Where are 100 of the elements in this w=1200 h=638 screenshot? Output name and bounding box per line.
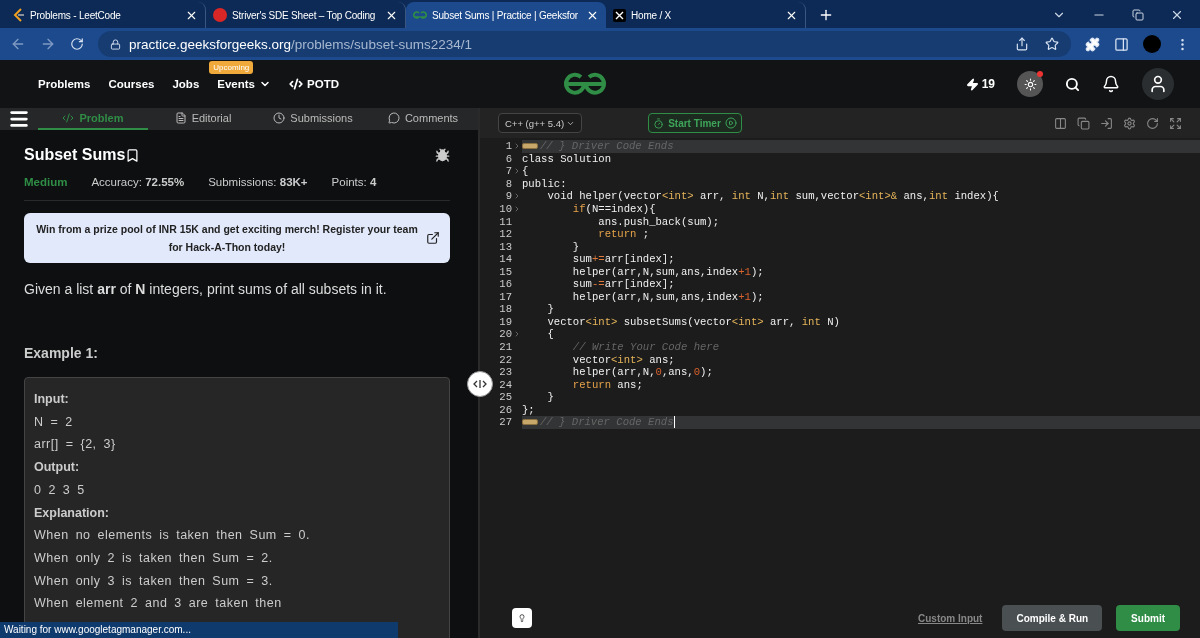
reload-icon[interactable]	[70, 37, 84, 51]
sun-icon	[1023, 77, 1037, 91]
theme-button[interactable]	[1017, 71, 1043, 97]
code-line: ans.push_back(sum);	[597, 215, 720, 228]
custom-input-link[interactable]: Custom Input	[918, 612, 983, 624]
problem-tab[interactable]: Submissions	[258, 108, 368, 130]
line-number: 1	[505, 140, 512, 153]
close-icon[interactable]	[1170, 8, 1184, 22]
code-line: }	[546, 391, 554, 404]
line-number: 7	[505, 165, 512, 178]
example-heading: Output:	[34, 459, 81, 477]
folded-code-icon[interactable]	[522, 143, 538, 150]
line-number: 22	[499, 353, 512, 366]
code-icon	[62, 112, 75, 124]
share-icon[interactable]	[1015, 37, 1029, 51]
code-line: }	[571, 240, 580, 253]
side-panel-icon[interactable]	[1114, 36, 1129, 52]
folded-code-icon[interactable]	[522, 419, 538, 426]
url-text: practice.geeksforgeeks.org/problems/subset-sums2234/1	[129, 36, 472, 52]
line-number: 26	[499, 403, 512, 416]
line-number: 11	[499, 215, 512, 228]
leetcode-favicon-icon	[13, 8, 25, 22]
code-line: helper(arr,N,sum,ans,index+1);	[571, 290, 764, 303]
settings-icon[interactable]	[1123, 116, 1136, 130]
comment-icon	[387, 112, 400, 124]
line-number: 24	[499, 378, 512, 391]
split-arrows-icon	[473, 379, 487, 389]
tab-title: Subset Sums | Practice | Geeksfor	[432, 9, 578, 21]
code-line: sum-=arr[index];	[571, 278, 675, 291]
problem-tab[interactable]: Editorial	[148, 108, 258, 130]
bookmark-icon[interactable]	[125, 147, 141, 163]
notifications-button[interactable]	[1102, 75, 1120, 93]
nav-link[interactable]: POTD	[289, 77, 339, 91]
copy-icon[interactable]	[1077, 116, 1090, 130]
search-button[interactable]	[1065, 76, 1080, 92]
example-text: 0 2 3 5	[34, 481, 86, 499]
back-icon[interactable]	[10, 36, 26, 52]
new-tab-icon[interactable]	[818, 7, 834, 23]
line-number: 15	[499, 265, 512, 278]
import-icon[interactable]	[1100, 116, 1113, 130]
problem-tab[interactable]: Problem	[38, 108, 148, 130]
bell-icon	[1102, 75, 1120, 93]
start-timer-button[interactable]: Start Timer	[648, 113, 742, 133]
tab-title: Home / X	[631, 9, 672, 21]
nav-link[interactable]: Problems	[38, 78, 91, 90]
code-icon	[289, 77, 303, 91]
code-line: }	[546, 303, 554, 316]
lightbulb-icon	[518, 611, 526, 625]
text-cursor	[673, 416, 675, 429]
code-line: return ans;	[571, 378, 643, 391]
code-line: public:	[522, 177, 567, 190]
compile-run-button[interactable]: Compile & Run	[1002, 605, 1103, 631]
line-number: 13	[499, 240, 512, 253]
example-text: When only 2 is taken then Sum = 2.	[34, 549, 274, 567]
bug-icon[interactable]	[435, 147, 450, 163]
line-number: 25	[499, 391, 512, 404]
problem-stat: Accuracy: 72.55%	[91, 176, 185, 188]
code-line: void helper(vector<int> arr, int N,int sum,vector<int>& ans,int index){	[546, 190, 999, 203]
nav-link[interactable]: Events	[217, 78, 271, 90]
address-field[interactable]: practice.geeksforgeeks.org/problems/subset-sums2234/1	[98, 31, 1071, 57]
code-line: return ;	[597, 228, 650, 241]
reset-icon[interactable]	[1146, 116, 1159, 130]
problem-stat: Submissions: 83K+	[208, 176, 308, 188]
banner-text: Win from a prize pool of INR 15K and get exciting merch! Register your team for Hack-A-Thon today!	[35, 222, 419, 255]
split-view-icon[interactable]	[1054, 116, 1067, 130]
language-select[interactable]: C++ (g++ 5.4)	[498, 113, 583, 133]
status-bar: Waiting for www.googletagmanager.com...	[0, 622, 398, 638]
code-line: vector<int> ans;	[571, 353, 675, 366]
star-icon[interactable]	[1045, 37, 1059, 51]
external-link-icon[interactable]	[426, 231, 440, 245]
search-icon	[1065, 76, 1080, 92]
line-number: 16	[499, 278, 512, 291]
code-line: {	[522, 165, 529, 178]
code-line: };	[522, 403, 535, 416]
nav-link[interactable]: Jobs	[172, 78, 200, 90]
extensions-icon[interactable]	[1085, 36, 1100, 52]
line-number: 6	[505, 152, 512, 165]
nav-link[interactable]: Courses	[108, 78, 155, 90]
fullscreen-icon[interactable]	[1169, 116, 1182, 130]
user-button[interactable]	[1142, 68, 1174, 100]
gfg-favicon-icon	[413, 10, 427, 20]
example-text: When element 2 and 3 are taken then	[34, 595, 283, 613]
browser-tab[interactable]: Subset Sums | Practice | Geeksfor	[406, 2, 606, 28]
problem-tab[interactable]: Comments	[368, 108, 478, 130]
forward-icon[interactable]	[40, 36, 56, 52]
menu-button[interactable]	[8, 108, 30, 130]
tab-title: Problems - LeetCode	[30, 9, 121, 21]
example-text: When no elements is taken then Sum = 0.	[34, 527, 311, 545]
line-number: 18	[499, 303, 512, 316]
clock-icon	[273, 112, 286, 124]
restore-icon[interactable]	[1132, 9, 1144, 21]
line-number: 20	[499, 328, 512, 341]
submit-button[interactable]: Submit	[1116, 605, 1180, 631]
code-line: if(N==index){	[571, 203, 656, 215]
timer-icon	[653, 117, 665, 129]
streak-count: 19	[965, 77, 995, 91]
line-number: 12	[499, 228, 512, 241]
problem-stat: Points: 4	[331, 176, 377, 188]
hint-button[interactable]	[512, 608, 532, 628]
code-line: class Solution	[522, 152, 611, 165]
